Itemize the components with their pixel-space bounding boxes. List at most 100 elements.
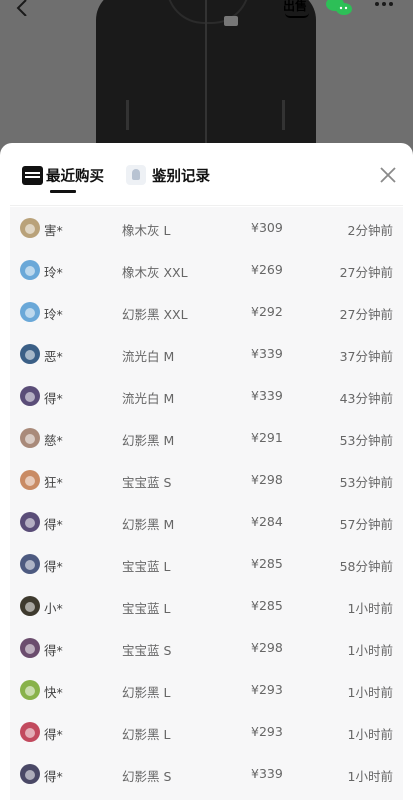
sell-button[interactable]: 出售: [283, 0, 311, 18]
buyer-avatar: [20, 764, 40, 784]
purchase-time: 1小时前: [347, 685, 393, 700]
purchase-time: 53分钟前: [339, 475, 393, 490]
brand-logo: [224, 16, 238, 26]
product-spec: 宝宝蓝 S: [122, 643, 172, 658]
purchase-row: 小* 宝宝蓝 L ¥285 1小时前: [10, 585, 403, 627]
buyer-name: 得*: [44, 517, 63, 532]
purchase-row: 玲* 幻影黑 XXL ¥292 27分钟前: [10, 291, 403, 333]
purchase-price: ¥309: [251, 220, 283, 235]
tab-recent-purchases-label: 最近购买: [46, 168, 104, 185]
buyer-name: 小*: [44, 601, 63, 616]
wechat-share-button[interactable]: [326, 0, 354, 18]
product-spec: 幻影黑 L: [122, 685, 171, 700]
buyer-avatar: [20, 638, 40, 658]
product-spec: 橡木灰 L: [122, 223, 171, 238]
purchase-row: 害* 橡木灰 L ¥309 2分钟前: [10, 207, 403, 249]
buyer-avatar: [20, 512, 40, 532]
recent-purchases-sheet: 最近购买 鉴别记录 害* 橡木灰 L ¥309 2分钟前玲* 橡木灰 XXL ¥269 27…: [0, 143, 413, 800]
product-spec: 幻影黑 S: [122, 769, 172, 784]
buyer-avatar: [20, 302, 40, 322]
product-spec: 宝宝蓝 L: [122, 559, 171, 574]
purchase-row: 得* 幻影黑 M ¥284 57分钟前: [10, 501, 403, 543]
purchase-time: 1小时前: [347, 769, 393, 784]
tab-recent-purchases[interactable]: 最近购买: [22, 163, 104, 187]
tab-authentication-records[interactable]: 鉴别记录: [126, 163, 210, 187]
purchase-row: 得* 宝宝蓝 S ¥298 1小时前: [10, 627, 403, 669]
purchase-price: ¥292: [251, 304, 283, 319]
buyer-name: 得*: [44, 727, 63, 742]
header-divider: [10, 205, 403, 206]
authentication-icon: [126, 165, 146, 185]
back-arrow-icon: [16, 0, 27, 16]
buyer-avatar: [20, 218, 40, 238]
purchase-row: 得* 流光白 M ¥339 43分钟前: [10, 375, 403, 417]
buyer-name: 得*: [44, 391, 63, 406]
buyer-avatar: [20, 344, 40, 364]
product-spec: 宝宝蓝 S: [122, 475, 172, 490]
tab-authentication-records-label: 鉴别记录: [152, 168, 210, 185]
purchase-price: ¥293: [251, 682, 283, 697]
buyer-name: 害*: [44, 223, 63, 238]
product-spec: 宝宝蓝 L: [122, 601, 171, 616]
product-image: [96, 0, 316, 160]
product-spec: 幻影黑 XXL: [122, 307, 188, 322]
purchase-price: ¥285: [251, 598, 283, 613]
wechat-icon: [326, 0, 352, 15]
sell-smile-icon: [285, 13, 309, 18]
purchase-time: 53分钟前: [339, 433, 393, 448]
purchase-row: 快* 幻影黑 L ¥293 1小时前: [10, 669, 403, 711]
purchase-row: 慈* 幻影黑 M ¥291 53分钟前: [10, 417, 403, 459]
purchase-price: ¥269: [251, 262, 283, 277]
buyer-avatar: [20, 596, 40, 616]
buyer-avatar: [20, 386, 40, 406]
purchase-time: 57分钟前: [339, 517, 393, 532]
purchase-price: ¥293: [251, 724, 283, 739]
buyer-name: 恶*: [44, 349, 63, 364]
buyer-name: 得*: [44, 643, 63, 658]
purchase-time: 27分钟前: [339, 265, 393, 280]
close-icon: [380, 167, 396, 183]
product-spec: 幻影黑 L: [122, 727, 171, 742]
purchase-row: 玲* 橡木灰 XXL ¥269 27分钟前: [10, 249, 403, 291]
product-backdrop: 出售: [0, 0, 413, 160]
buyer-name: 快*: [44, 685, 63, 700]
buyer-name: 慈*: [44, 433, 63, 448]
purchase-price: ¥285: [251, 556, 283, 571]
buyer-avatar: [20, 260, 40, 280]
product-spec: 流光白 M: [122, 349, 175, 364]
buyer-name: 得*: [44, 769, 63, 784]
purchase-price: ¥339: [251, 766, 283, 781]
product-spec: 幻影黑 M: [122, 517, 175, 532]
purchase-row: 得* 幻影黑 L ¥293 1小时前: [10, 711, 403, 753]
purchase-time: 27分钟前: [339, 307, 393, 322]
purchase-time: 43分钟前: [339, 391, 393, 406]
buyer-name: 得*: [44, 559, 63, 574]
purchase-time: 1小时前: [347, 727, 393, 742]
purchase-price: ¥339: [251, 346, 283, 361]
buyer-name: 玲*: [44, 307, 63, 322]
buyer-avatar: [20, 428, 40, 448]
buyer-name: 玲*: [44, 265, 63, 280]
purchase-price: ¥284: [251, 514, 283, 529]
purchase-time: 2分钟前: [347, 223, 393, 238]
buyer-avatar: [20, 470, 40, 490]
purchase-time: 58分钟前: [339, 559, 393, 574]
purchase-time: 1小时前: [347, 601, 393, 616]
sheet-tabs: 最近购买 鉴别记录: [0, 143, 413, 205]
purchase-list[interactable]: 害* 橡木灰 L ¥309 2分钟前 玲* 橡木灰 XXL ¥269 27分钟前 玲* 幻影黑 X…: [10, 207, 403, 800]
sell-label: 出售: [283, 0, 308, 13]
purchase-record-icon: [22, 165, 43, 185]
product-spec: 橡木灰 XXL: [122, 265, 188, 280]
purchase-price: ¥339: [251, 388, 283, 403]
purchase-time: 1小时前: [347, 643, 393, 658]
purchase-price: ¥298: [251, 472, 283, 487]
more-dots-icon: [375, 2, 393, 6]
buyer-avatar: [20, 680, 40, 700]
purchase-row: 恶* 流光白 M ¥339 37分钟前: [10, 333, 403, 375]
buyer-avatar: [20, 722, 40, 742]
more-button[interactable]: [374, 0, 396, 18]
purchase-price: ¥291: [251, 430, 283, 445]
purchase-price: ¥298: [251, 640, 283, 655]
close-button[interactable]: [378, 165, 398, 185]
back-button[interactable]: [14, 0, 44, 18]
